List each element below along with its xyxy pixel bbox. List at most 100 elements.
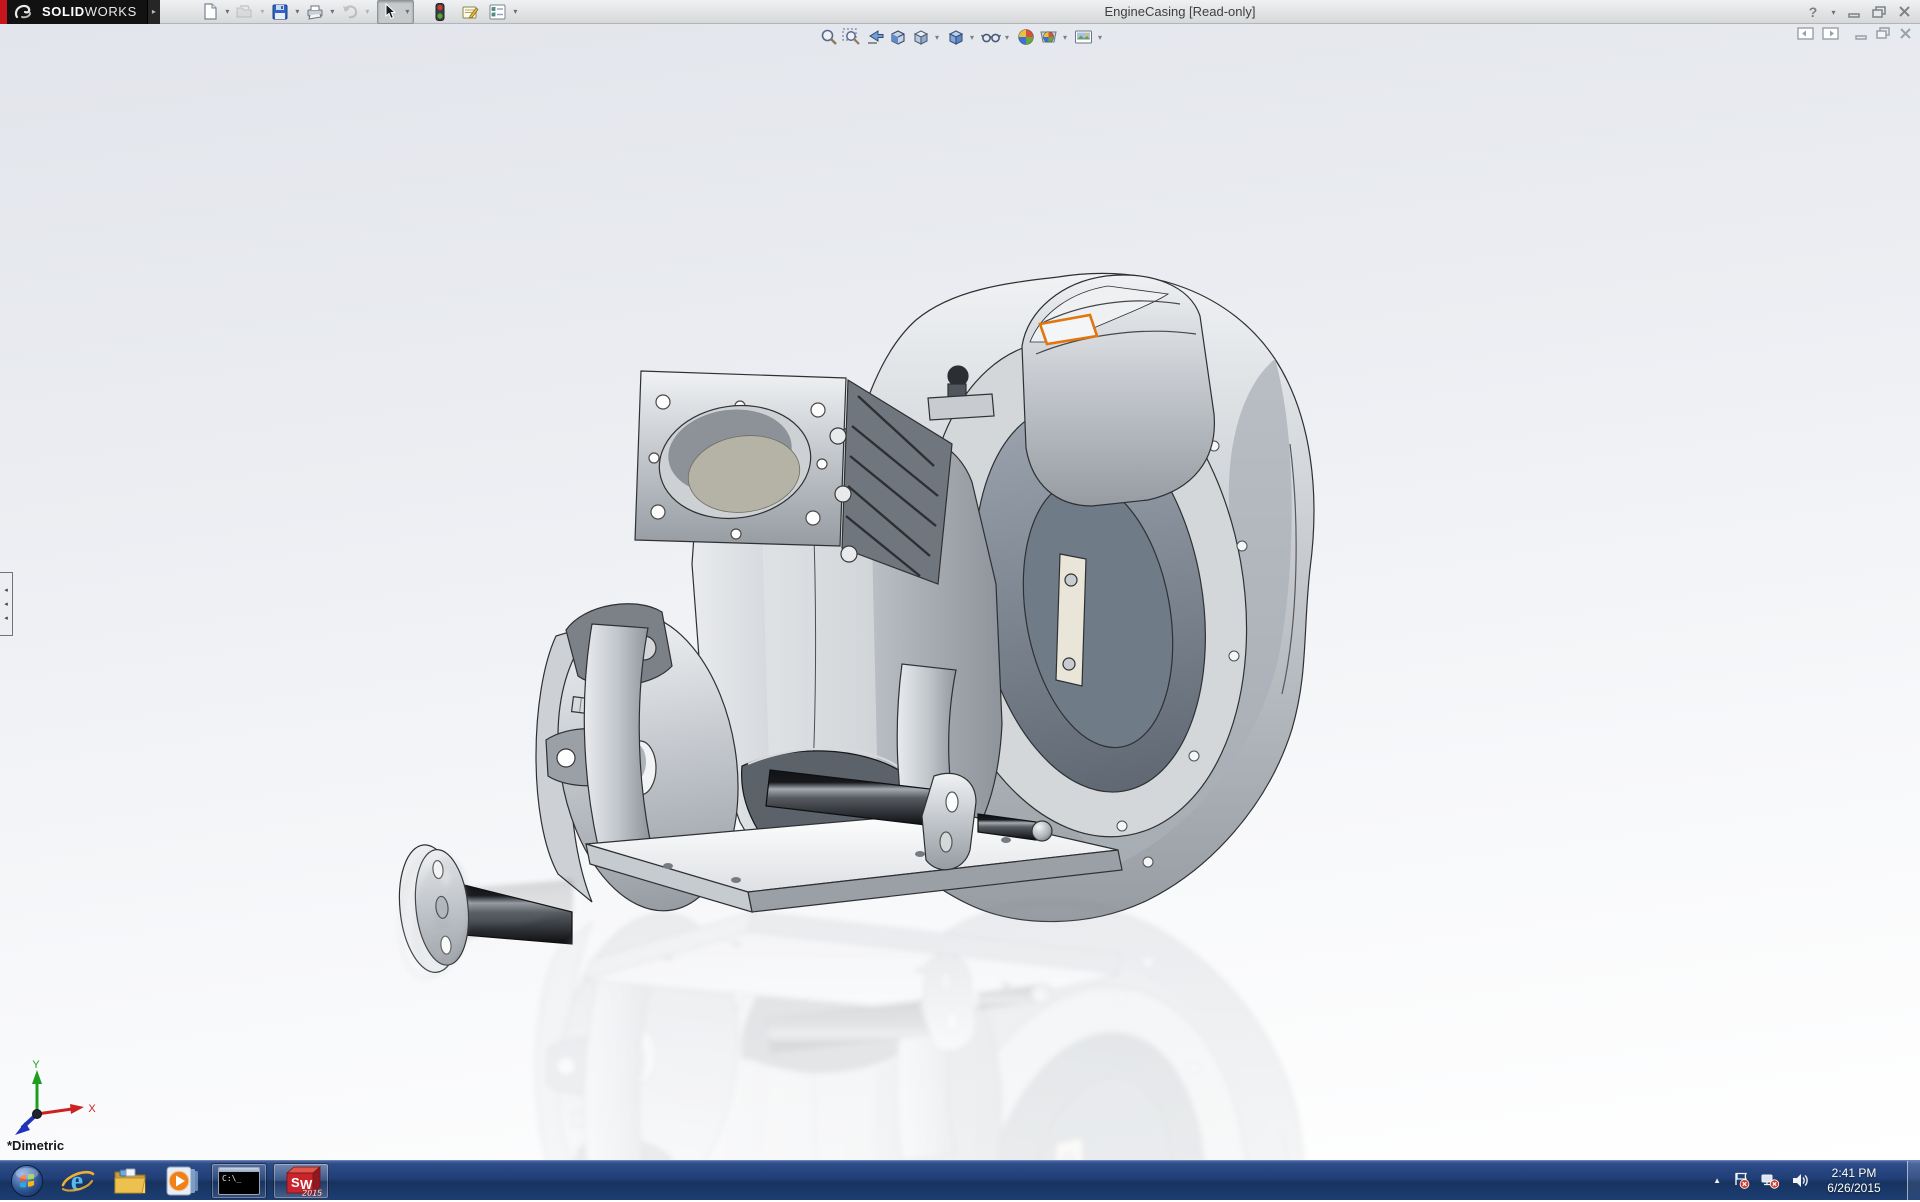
section-view-button[interactable] bbox=[886, 26, 909, 48]
select-cursor-icon bbox=[378, 2, 402, 22]
clock-date: 6/26/2015 bbox=[1821, 1181, 1887, 1196]
dassault-3ds-icon bbox=[14, 4, 36, 20]
collapse-arrow-icon: ◂ bbox=[4, 587, 8, 594]
apply-scene-icon bbox=[1039, 28, 1058, 46]
open-dropdown[interactable]: ▾ bbox=[257, 2, 268, 22]
media-player-icon bbox=[165, 1165, 199, 1197]
triad-x-label: X bbox=[88, 1103, 96, 1115]
hide-show-items-dropdown[interactable]: ▾ bbox=[1002, 26, 1012, 48]
zoom-to-area-icon bbox=[842, 28, 861, 46]
section-view-icon bbox=[889, 28, 907, 46]
previous-view-button[interactable] bbox=[863, 26, 886, 48]
display-style-dropdown[interactable]: ▾ bbox=[967, 26, 977, 48]
help-button[interactable]: ? bbox=[1803, 3, 1823, 21]
volume-icon[interactable] bbox=[1791, 1172, 1810, 1189]
new-dropdown[interactable]: ▾ bbox=[222, 2, 233, 22]
clock-time: 2:41 PM bbox=[1821, 1166, 1887, 1181]
windows-taskbar: e bbox=[0, 1160, 1920, 1200]
internet-explorer-icon: e bbox=[61, 1165, 95, 1197]
collapse-arrow-icon: ◂ bbox=[4, 615, 8, 622]
svg-text:e: e bbox=[71, 1166, 83, 1197]
view-settings-dropdown[interactable]: ▾ bbox=[1095, 26, 1105, 48]
start-button[interactable] bbox=[5, 1162, 49, 1200]
print-icon bbox=[306, 4, 324, 20]
show-desktop-button[interactable] bbox=[1907, 1161, 1920, 1201]
undo-dropdown[interactable]: ▾ bbox=[362, 2, 373, 22]
open-button[interactable] bbox=[233, 2, 257, 22]
file-properties-button[interactable] bbox=[458, 2, 482, 22]
rebuild-button[interactable] bbox=[428, 2, 452, 22]
solidworks-2015-icon: S W 2015 bbox=[280, 1165, 322, 1197]
collapse-arrow-icon: ◂ bbox=[4, 601, 8, 608]
display-style-icon bbox=[947, 28, 965, 46]
previous-view-icon bbox=[865, 28, 884, 46]
solidworks-logo: SOLIDWORKS bbox=[0, 0, 147, 24]
new-button[interactable] bbox=[198, 2, 222, 22]
pane-right-icon bbox=[1822, 27, 1839, 40]
command-prompt-icon: C:\_ bbox=[218, 1167, 260, 1195]
app-restore-button[interactable] bbox=[1869, 3, 1889, 21]
doc-close-button[interactable] bbox=[1899, 28, 1912, 40]
folder-icon bbox=[112, 1166, 148, 1196]
menu-flyout-arrow[interactable]: ▸ bbox=[147, 0, 160, 24]
network-status-icon[interactable] bbox=[1761, 1172, 1780, 1189]
print-dropdown[interactable]: ▾ bbox=[327, 2, 338, 22]
zoom-to-area-button[interactable] bbox=[840, 26, 863, 48]
engine-casing-3d-model[interactable] bbox=[0, 24, 1920, 1160]
taskbar-internet-explorer[interactable]: e bbox=[55, 1162, 101, 1200]
taskbar-command-prompt[interactable]: C:\_ bbox=[211, 1163, 267, 1199]
eyeglasses-icon bbox=[981, 28, 1001, 46]
view-orientation-button[interactable] bbox=[909, 26, 932, 48]
taskbar-windows-explorer[interactable] bbox=[107, 1162, 153, 1200]
zoom-to-fit-button[interactable] bbox=[817, 26, 840, 48]
document-window-controls bbox=[1797, 27, 1912, 40]
doc-restore-button[interactable] bbox=[1876, 27, 1891, 40]
app-close-button[interactable] bbox=[1894, 3, 1914, 21]
options-checklist-icon bbox=[489, 4, 506, 20]
hide-show-items-button[interactable] bbox=[979, 26, 1002, 48]
help-dropdown[interactable]: ▾ bbox=[1828, 2, 1839, 22]
open-folder-icon bbox=[236, 4, 254, 19]
triad-y-label: Y bbox=[32, 1059, 40, 1071]
brand-text: SOLIDWORKS bbox=[42, 4, 137, 19]
new-document-icon bbox=[202, 3, 218, 20]
windows-start-orb-icon bbox=[10, 1164, 44, 1198]
logo-red-stripe bbox=[0, 0, 7, 24]
save-dropdown[interactable]: ▾ bbox=[292, 2, 303, 22]
apply-scene-dropdown[interactable]: ▾ bbox=[1060, 26, 1070, 48]
show-featuremanager-pane-button[interactable] bbox=[1797, 27, 1814, 40]
select-tool[interactable]: ▾ bbox=[377, 0, 414, 24]
view-settings-button[interactable] bbox=[1072, 26, 1095, 48]
show-task-pane-button[interactable] bbox=[1822, 27, 1839, 40]
options-button[interactable] bbox=[486, 2, 510, 22]
taskbar-clock[interactable]: 2:41 PM 6/26/2015 bbox=[1821, 1166, 1887, 1196]
traffic-light-icon bbox=[435, 3, 445, 21]
file-properties-icon bbox=[461, 4, 479, 20]
taskbar-media-player[interactable] bbox=[159, 1162, 205, 1200]
view-orientation-dropdown[interactable]: ▾ bbox=[932, 26, 942, 48]
undo-icon bbox=[341, 4, 359, 20]
apply-scene-button[interactable] bbox=[1037, 26, 1060, 48]
taskbar-solidworks-2015[interactable]: S W 2015 bbox=[273, 1163, 329, 1199]
graphics-area[interactable]: ▾ ▾ ▾ bbox=[0, 24, 1920, 1160]
action-center-flag-icon[interactable] bbox=[1732, 1172, 1750, 1189]
undo-button[interactable] bbox=[338, 2, 362, 22]
heads-up-view-toolbar: ▾ ▾ ▾ bbox=[817, 25, 1107, 49]
view-orientation-icon bbox=[912, 28, 930, 46]
reference-triad: Y X bbox=[6, 1056, 98, 1142]
print-button[interactable] bbox=[303, 2, 327, 22]
doc-minimize-button[interactable] bbox=[1855, 28, 1868, 40]
appearance-sphere-icon bbox=[1017, 28, 1035, 46]
save-floppy-icon bbox=[272, 4, 288, 20]
app-minimize-button[interactable] bbox=[1844, 3, 1864, 21]
options-dropdown[interactable]: ▾ bbox=[510, 2, 521, 22]
svg-text:2015: 2015 bbox=[301, 1188, 322, 1197]
select-dropdown[interactable]: ▾ bbox=[402, 2, 413, 22]
tray-show-hidden-button[interactable]: ▲ bbox=[1713, 1176, 1721, 1185]
display-style-button[interactable] bbox=[944, 26, 967, 48]
featuremanager-collapsed-handle[interactable]: ◂ ◂ ◂ bbox=[0, 572, 13, 636]
save-button[interactable] bbox=[268, 2, 292, 22]
edit-appearance-button[interactable] bbox=[1014, 26, 1037, 48]
document-title: EngineCasing [Read-only] bbox=[1104, 4, 1255, 19]
title-bar: SOLIDWORKS ▸ ▾ ▾ ▾ bbox=[0, 0, 1920, 24]
